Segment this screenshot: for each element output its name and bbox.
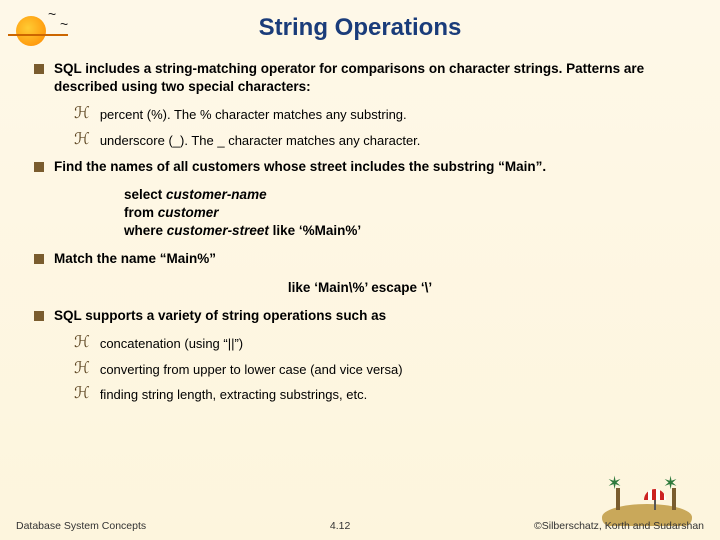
code-line: select customer-name	[124, 186, 686, 204]
sub-bullet-text: percent (%). The % character matches any…	[100, 106, 407, 124]
keyword: escape	[371, 280, 417, 295]
bullet-item: Match the name “Main%”	[34, 250, 686, 268]
keyword: like	[288, 280, 311, 295]
umbrella-icon	[644, 489, 666, 510]
sub-bullet-item: ℋ converting from upper to lower case (a…	[74, 361, 686, 379]
bullet-text: Match the name “Main%”	[54, 250, 686, 268]
square-bullet-icon	[34, 311, 44, 321]
bullet-item: SQL includes a string-matching operator …	[34, 60, 686, 96]
script-bullet-icon: ℋ	[74, 106, 90, 124]
identifier: customer	[158, 205, 219, 220]
string-literal: ‘Main\%’	[314, 280, 367, 295]
sub-bullet-text: concatenation (using “||”)	[100, 335, 243, 353]
horizon-line-icon	[8, 34, 68, 36]
square-bullet-icon	[34, 162, 44, 172]
sub-bullet-item: ℋ underscore (_). The _ character matche…	[74, 132, 686, 150]
square-bullet-icon	[34, 254, 44, 264]
footer-left: Database System Concepts	[16, 520, 146, 532]
square-bullet-icon	[34, 64, 44, 74]
identifier: customer-street	[167, 223, 269, 238]
island-decoration: ✶ ✶	[602, 471, 692, 526]
sun-disc-icon	[16, 16, 46, 46]
script-bullet-icon: ℋ	[74, 386, 90, 404]
slide-title: String Operations	[0, 0, 720, 60]
keyword: from	[124, 205, 154, 220]
escape-example: like ‘Main\%’ escape ‘\’	[34, 279, 686, 297]
umbrella-top-icon	[644, 489, 666, 500]
string-literal: ‘%Main%’	[299, 223, 361, 238]
script-bullet-icon: ℋ	[74, 335, 90, 353]
sub-bullet-text: finding string length, extracting substr…	[100, 386, 367, 404]
code-line: from customer	[124, 204, 686, 222]
string-literal: ‘\’	[421, 280, 432, 295]
script-bullet-icon: ℋ	[74, 361, 90, 379]
identifier: customer-name	[166, 187, 267, 202]
bullet-text: SQL supports a variety of string operati…	[54, 307, 686, 325]
bird-icon: ~	[60, 16, 68, 32]
bullet-text: SQL includes a string-matching operator …	[54, 60, 686, 96]
bird-icon: ~	[48, 6, 56, 22]
bullet-item: SQL supports a variety of string operati…	[34, 307, 686, 325]
keyword: like	[273, 223, 296, 238]
bullet-item: Find the names of all customers whose st…	[34, 158, 686, 176]
slide-footer: Database System Concepts 4.12 ©Silbersch…	[0, 520, 720, 532]
bullet-text: Find the names of all customers whose st…	[54, 158, 686, 176]
sun-decoration	[8, 8, 53, 53]
footer-page-number: 4.12	[330, 520, 350, 532]
sub-bullet-text: underscore (_). The _ character matches …	[100, 132, 421, 150]
slide-content: SQL includes a string-matching operator …	[0, 60, 720, 404]
keyword: select	[124, 187, 162, 202]
code-line: where customer-street like ‘%Main%’	[124, 222, 686, 240]
sub-bullet-text: converting from upper to lower case (and…	[100, 361, 403, 379]
palm-leaves-icon: ✶	[607, 473, 622, 494]
sub-bullet-item: ℋ finding string length, extracting subs…	[74, 386, 686, 404]
footer-copyright: ©Silberschatz, Korth and Sudarshan	[534, 520, 704, 532]
umbrella-pole-icon	[654, 500, 656, 510]
sql-code-block: select customer-name from customer where…	[124, 186, 686, 241]
script-bullet-icon: ℋ	[74, 132, 90, 150]
keyword: where	[124, 223, 163, 238]
sub-bullet-item: ℋ percent (%). The % character matches a…	[74, 106, 686, 124]
sub-bullet-item: ℋ concatenation (using “||”)	[74, 335, 686, 353]
